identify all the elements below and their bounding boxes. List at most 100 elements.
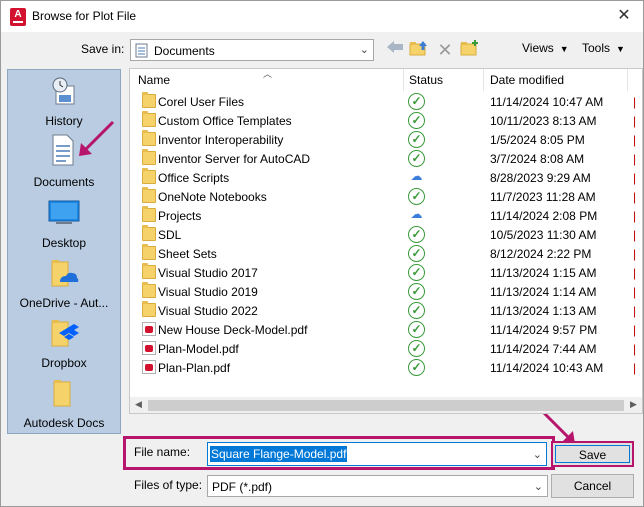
file-date: 11/13/2024 1:14 AM [490,285,597,299]
file-row[interactable]: Plan-Plan.pdf ✓ 11/14/2024 10:43 AM | [130,358,642,377]
file-date: 11/13/2024 1:15 AM [490,266,597,280]
file-list[interactable]: ︿ Name Status Date modified Corel User F… [129,68,643,414]
scroll-right-icon[interactable]: ▶ [630,399,637,410]
file-row[interactable]: Corel User Files ✓ 11/14/2024 10:47 AM | [130,92,642,111]
file-name: Plan-Plan.pdf [158,361,231,375]
annotation-arrow-documents [79,120,115,156]
truncated-column-marker: | [633,133,637,147]
file-row[interactable]: Visual Studio 2019 ✓ 11/13/2024 1:14 AM | [130,282,642,301]
pdf-file-icon [142,360,156,374]
synced-check-icon: ✓ [408,302,425,319]
file-date: 11/14/2024 10:47 AM [490,95,604,109]
file-row[interactable]: Visual Studio 2017 ✓ 11/13/2024 1:15 AM | [130,263,642,282]
file-row[interactable]: Plan-Model.pdf ✓ 11/14/2024 7:44 AM | [130,339,642,358]
file-row[interactable]: OneNote Notebooks ✓ 11/7/2023 11:28 AM | [130,187,642,206]
chevron-down-icon[interactable]: ⌄ [533,448,542,461]
file-name-input[interactable]: Square Flange-Model.pdf ⌄ [207,442,547,466]
file-name: Sheet Sets [158,247,217,261]
cloud-status-icon: ☁ [410,207,423,221]
synced-check-icon: ✓ [408,188,425,205]
caret-down-icon: ▼ [559,44,569,54]
truncated-column-marker: | [633,228,637,242]
column-divider[interactable] [483,69,484,91]
column-divider[interactable] [627,69,628,91]
window-title: Browse for Plot File [32,9,137,23]
place-autodesk-docs[interactable]: Autodesk Docs [8,376,120,432]
autodesk-docs-icon [53,380,71,407]
horizontal-scrollbar[interactable]: ◀ ▶ [130,397,642,413]
save-button-label: Save [555,445,630,463]
place-desktop[interactable]: Desktop [8,196,120,252]
scrollbar-thumb[interactable] [148,400,624,411]
browse-dialog: A Browse for Plot File ✕ Save in: Docume… [0,0,644,507]
file-row[interactable]: Projects ☁ 11/14/2024 2:08 PM | [130,206,642,225]
file-date: 10/5/2023 11:30 AM [490,228,597,242]
file-row[interactable]: SDL ✓ 10/5/2023 11:30 AM | [130,225,642,244]
truncated-column-marker: | [633,209,637,223]
truncated-column-marker: | [633,152,637,166]
place-dropbox[interactable]: Dropbox [8,316,120,372]
file-name: Inventor Interoperability [158,133,284,147]
file-row[interactable]: Office Scripts ☁ 8/28/2023 9:29 AM | [130,168,642,187]
file-name: Visual Studio 2019 [158,285,258,299]
file-name: SDL [158,228,182,242]
new-folder-button[interactable] [459,39,481,61]
new-folder-icon [460,40,478,56]
views-menu-button[interactable]: Views ▼ [522,41,569,55]
up-folder-button[interactable] [408,39,430,61]
save-in-dropdown[interactable]: Documents ⌄ [130,39,374,61]
synced-check-icon: ✓ [408,226,425,243]
truncated-column-marker: | [633,304,637,318]
back-arrow-icon [387,41,403,53]
documents-small-icon [135,43,148,58]
truncated-column-marker: | [633,361,637,375]
chevron-down-icon: ⌄ [533,481,543,493]
file-type-dropdown[interactable]: PDF (*.pdf) ⌄ [207,475,548,497]
file-name: Plan-Model.pdf [158,342,239,356]
place-label: Dropbox [41,356,87,370]
column-header-status[interactable]: Status [409,69,443,91]
delete-button[interactable]: ✕ [434,39,456,61]
desktop-icon [48,200,80,224]
file-date: 11/7/2023 11:28 AM [490,190,596,204]
history-icon [52,77,75,105]
pdf-file-icon [142,341,156,355]
truncated-column-marker: | [633,266,637,280]
save-button[interactable]: Save [551,441,634,467]
file-row[interactable]: Inventor Interoperability ✓ 1/5/2024 8:05 … [130,130,642,149]
folder-icon [142,168,156,184]
file-row[interactable]: Inventor Server for AutoCAD ✓ 3/7/2024 8:0… [130,149,642,168]
onedrive-icon [51,260,79,287]
tools-menu-button[interactable]: Tools ▼ [582,41,625,55]
folder-icon [142,244,156,260]
file-row[interactable]: Visual Studio 2022 ✓ 11/13/2024 1:13 AM | [130,301,642,320]
save-in-label: Save in: [81,42,125,56]
file-name-value[interactable]: Square Flange-Model.pdf [210,446,348,462]
column-header-name[interactable]: Name [138,69,170,91]
scroll-left-icon[interactable]: ◀ [135,399,142,410]
file-row[interactable]: Custom Office Templates ✓ 10/11/2023 8:13 … [130,111,642,130]
file-name: Visual Studio 2022 [158,304,258,318]
tools-label: Tools [582,41,611,55]
file-row[interactable]: New House Deck-Model.pdf ✓ 11/14/2024 9:57… [130,320,642,339]
file-date: 8/12/2024 2:22 PM [490,247,592,261]
synced-check-icon: ✓ [408,150,425,167]
folder-icon [142,206,156,222]
file-name: Office Scripts [158,171,230,185]
column-divider[interactable] [403,69,404,91]
cancel-button[interactable]: Cancel [551,474,634,498]
file-row[interactable]: Sheet Sets ✓ 8/12/2024 2:22 PM | [130,244,642,263]
truncated-column-marker: | [633,190,637,204]
pdf-file-icon [142,322,156,336]
folder-icon [142,225,156,241]
synced-check-icon: ✓ [408,245,425,262]
close-button[interactable]: ✕ [609,4,639,28]
truncated-column-marker: | [633,114,637,128]
place-onedrive[interactable]: OneDrive - Aut... [8,256,120,312]
dropbox-icon [51,320,79,347]
folder-icon [142,92,156,108]
back-button[interactable] [384,39,406,61]
folder-icon [142,301,156,317]
truncated-column-marker: | [633,342,637,356]
column-header-date[interactable]: Date modified [490,69,564,91]
